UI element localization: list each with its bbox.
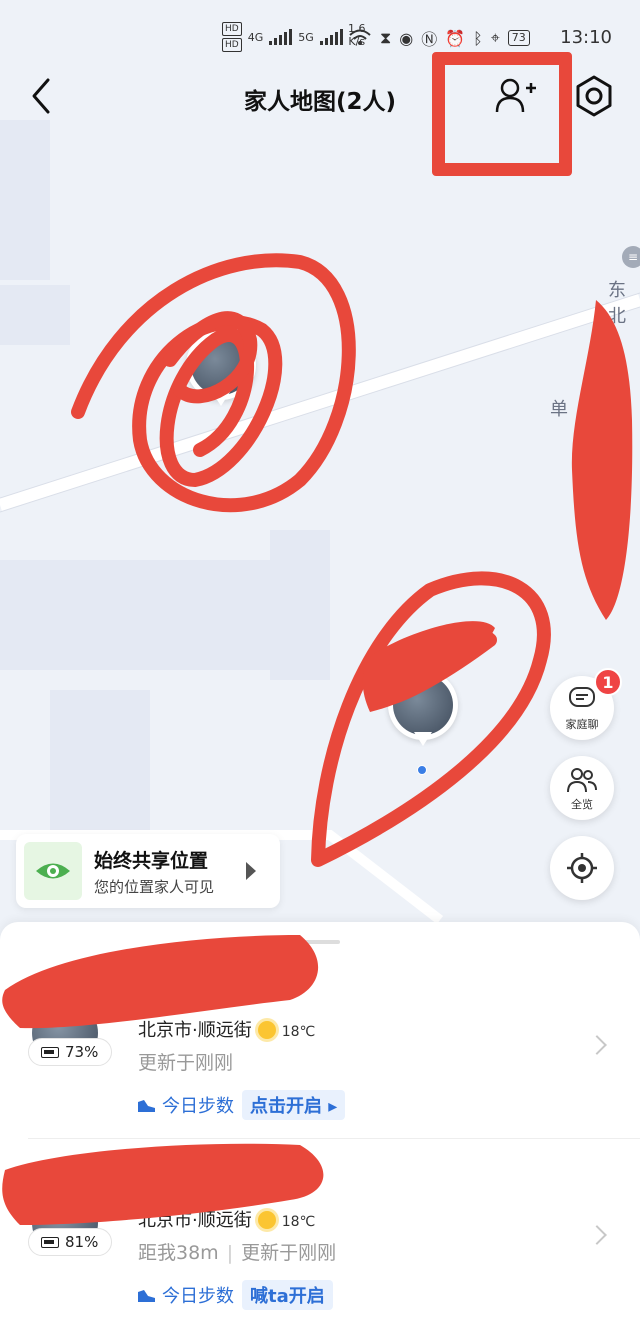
network-type-label: 4G: [247, 30, 264, 44]
temperature: 18℃: [281, 1214, 316, 1230]
sun-icon: [257, 1021, 276, 1039]
signal-icon: [319, 29, 343, 45]
map-label: 东北: [608, 280, 626, 327]
battery-badge: 73%: [28, 1038, 112, 1066]
speed-value: 1.6: [348, 22, 366, 35]
share-location-card[interactable]: 始终共享位置 您的位置家人可见: [16, 834, 280, 908]
location-dot: [218, 428, 228, 438]
play-arrow-icon: [246, 862, 256, 880]
sun-icon: [257, 1211, 276, 1229]
unread-badge: 1: [594, 668, 622, 696]
battery-icon: [41, 1237, 59, 1248]
battery-badge: 81%: [28, 1228, 112, 1256]
speed-unit: K/s: [348, 35, 366, 48]
marker-tail: [414, 732, 432, 746]
location-dot: [417, 765, 427, 775]
updated-text: 更新于刚刚: [138, 1052, 234, 1074]
overview-label: 全览: [571, 798, 593, 811]
overview-button[interactable]: 全览: [550, 756, 614, 820]
nfc-icon: Ⓝ: [421, 30, 438, 49]
hd-tag: HD: [222, 22, 242, 36]
map-label: 东: [600, 559, 618, 580]
member-marker[interactable]: [186, 330, 256, 414]
marker-tail: [212, 392, 230, 406]
member-list-sheet[interactable]: 73% 北京市·顺远街 18℃ 更新于刚刚 今日步数 点击开启 ▸ 81% 北京市·…: [0, 922, 640, 1320]
share-subtitle: 您的位置家人可见: [94, 878, 215, 896]
member-location: 北京市·顺远街 18℃: [138, 1206, 315, 1232]
share-eye-box: [24, 842, 82, 900]
network-speed: 1.6 K/s: [348, 22, 366, 48]
location-text: 北京市·顺远街: [138, 1210, 252, 1231]
eye-icon: ◉: [399, 28, 414, 48]
status-icons: ⧗ ◉ Ⓝ ⏰ ᛒ ⌖ 73: [380, 26, 530, 50]
family-chat-label: 家庭聊: [565, 718, 599, 731]
shoe-icon: [138, 1290, 155, 1302]
member-meta: 距我38m | 更新于刚刚: [138, 1238, 336, 1265]
avatar: [393, 675, 453, 735]
clock: 13:10: [560, 27, 612, 48]
battery-icon: [41, 1047, 59, 1058]
annotation-highlight-box: [432, 52, 572, 176]
battery-icon: 73: [507, 30, 530, 46]
group-icon: [567, 768, 597, 793]
map-label: 单: [550, 399, 568, 420]
locate-me-button[interactable]: [550, 836, 614, 900]
poi-pin-icon[interactable]: ≡: [622, 246, 640, 268]
member-location: 北京市·顺远街 18℃: [138, 1016, 315, 1042]
member-marker[interactable]: [388, 670, 458, 754]
battery-value: 81%: [65, 1233, 99, 1251]
steps-label: 今日步数: [162, 1286, 234, 1307]
battery-value: 73%: [65, 1043, 99, 1061]
distance-text: 距我38m: [138, 1242, 219, 1264]
separator: |: [226, 1242, 234, 1264]
temperature: 18℃: [281, 1024, 316, 1040]
steps-action-label: 喊ta开启: [250, 1286, 325, 1307]
member-row[interactable]: 81% 北京市·顺远街 18℃ 距我38m | 更新于刚刚 今日步数 喊ta开启: [0, 1112, 640, 1312]
chevron-right-icon[interactable]: [587, 1225, 607, 1245]
chat-icon: [569, 687, 595, 707]
remind-steps-button[interactable]: 喊ta开启: [242, 1280, 333, 1310]
chevron-right-icon[interactable]: [587, 1035, 607, 1055]
gear-icon: [576, 75, 612, 117]
bluetooth-icon: ᛒ: [473, 28, 483, 48]
member-row[interactable]: 73% 北京市·顺远街 18℃ 更新于刚刚 今日步数 点击开启 ▸: [0, 922, 640, 1122]
crosshair-icon: [567, 853, 597, 883]
share-title: 始终共享位置: [94, 850, 209, 872]
avatar: [191, 335, 251, 395]
location-icon: ⌖: [490, 28, 500, 47]
network-type-label: 5G: [298, 30, 314, 44]
settings-button[interactable]: [572, 74, 616, 118]
updated-text: 更新于刚刚: [241, 1242, 337, 1264]
signal-icon: [269, 29, 293, 45]
hd-tag: HD: [222, 38, 242, 52]
alarm-icon: ⏰: [445, 28, 466, 48]
member-meta: 更新于刚刚: [138, 1048, 233, 1075]
steps-row: 今日步数 喊ta开启: [136, 1280, 333, 1310]
hourglass-icon: ⧗: [380, 28, 392, 47]
eye-icon: [36, 863, 70, 879]
location-text: 北京市·顺远街: [138, 1020, 252, 1041]
